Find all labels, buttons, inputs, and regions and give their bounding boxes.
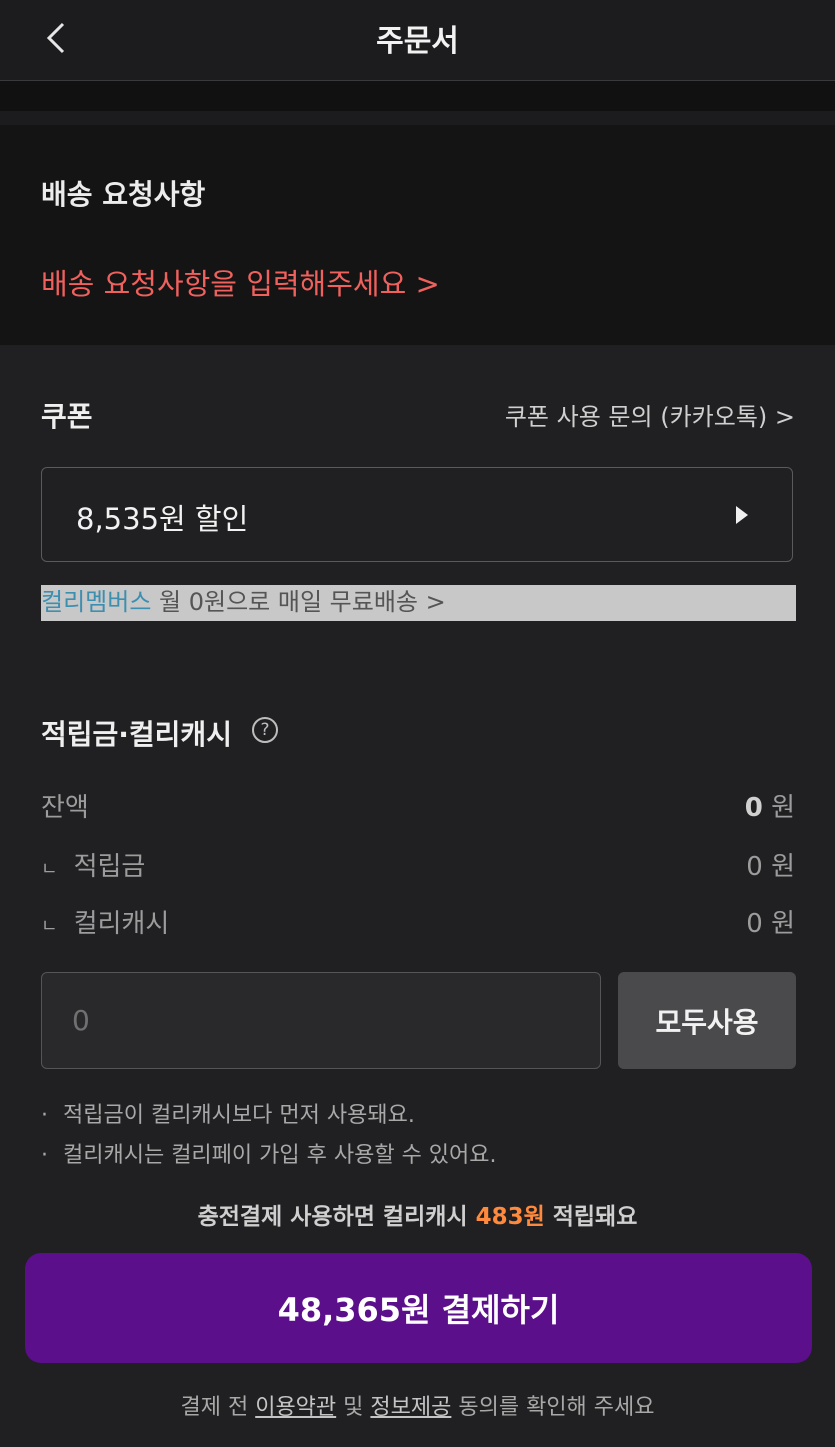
agreement-note: 결제 전 이용약관 및 정보제공 동의를 확인해 주세요: [0, 1389, 835, 1421]
charge-note-prefix: 충전결제 사용하면 컬리캐시: [197, 1204, 476, 1230]
delivery-request-section: 배송 요청사항 배송 요청사항을 입력해주세요 >: [0, 125, 835, 345]
charge-reward-amount: 483원: [475, 1204, 545, 1230]
delivery-request-title: 배송 요청사항: [41, 178, 206, 211]
agreement-prefix: 결제 전: [180, 1395, 256, 1420]
balance-amount: 0: [744, 793, 763, 823]
balance-unit: 원: [762, 793, 795, 823]
points-amount-input[interactable]: [41, 972, 601, 1069]
bullet: ·: [41, 1143, 48, 1168]
points-section: 적립금·컬리캐시 ? 잔액 0 원 ㄴ 적립금 0 원 ㄴ 컬리캐시 0 원 모두사…: [0, 675, 835, 1447]
delivery-request-link[interactable]: 배송 요청사항을 입력해주세요 >: [41, 261, 440, 303]
cash-row-label: ㄴ 컬리캐시: [41, 903, 169, 940]
section-divider: [0, 81, 835, 111]
cash-value: 0 원: [746, 909, 795, 939]
charge-payment-note: 충전결제 사용하면 컬리캐시 483원 적립돼요: [0, 1197, 835, 1231]
note-text: 컬리캐시는 컬리페이 가입 후 사용할 수 있어요.: [63, 1143, 497, 1168]
membership-brand: 컬리멤버스: [41, 588, 152, 616]
points-note-2: · 컬리캐시는 컬리페이 가입 후 사용할 수 있어요.: [41, 1137, 497, 1169]
coupon-discount-value: 8,535원 할인: [76, 502, 249, 536]
question-circle-icon[interactable]: ?: [252, 717, 278, 743]
sub-marker-icon: ㄴ: [41, 859, 58, 880]
membership-text: 월 0원으로 매일 무료배송 >: [151, 588, 446, 616]
play-arrow-icon: [736, 506, 748, 524]
coupon-selector[interactable]: 8,535원 할인: [41, 467, 793, 562]
coupon-title: 쿠폰: [41, 400, 93, 433]
reward-value: 0 원: [746, 852, 795, 882]
balance-value: 0 원: [745, 787, 795, 824]
top-header: 주문서: [0, 0, 835, 81]
reward-label: 적립금: [73, 852, 146, 882]
membership-banner[interactable]: 컬리멤버스 월 0원으로 매일 무료배송 >: [41, 585, 796, 621]
balance-label: 잔액: [41, 793, 89, 823]
points-title: 적립금·컬리캐시: [41, 718, 232, 751]
coupon-help-link[interactable]: 쿠폰 사용 문의 (카카오톡) >: [505, 397, 795, 432]
info-provision-link[interactable]: 정보제공: [370, 1395, 451, 1420]
page-title: 주문서: [376, 24, 459, 59]
points-note-1: · 적립금이 컬리캐시보다 먼저 사용돼요.: [41, 1097, 415, 1129]
agreement-suffix: 동의를 확인해 주세요: [451, 1395, 655, 1420]
note-text: 적립금이 컬리캐시보다 먼저 사용돼요.: [63, 1103, 415, 1128]
charge-note-suffix: 적립돼요: [544, 1204, 638, 1230]
section-spacer: [0, 111, 835, 125]
coupon-section: 쿠폰 쿠폰 사용 문의 (카카오톡) > 8,535원 할인 컬리멤버스 월 0…: [0, 345, 835, 675]
agreement-middle: 및: [336, 1395, 371, 1420]
sub-marker-icon: ㄴ: [41, 916, 58, 937]
cash-label: 컬리캐시: [73, 909, 170, 939]
pay-button[interactable]: 48,365원 결제하기: [25, 1253, 812, 1363]
reward-row-label: ㄴ 적립금: [41, 846, 145, 883]
bullet: ·: [41, 1103, 48, 1128]
use-all-button[interactable]: 모두사용: [618, 972, 796, 1069]
terms-link[interactable]: 이용약관: [255, 1395, 336, 1420]
